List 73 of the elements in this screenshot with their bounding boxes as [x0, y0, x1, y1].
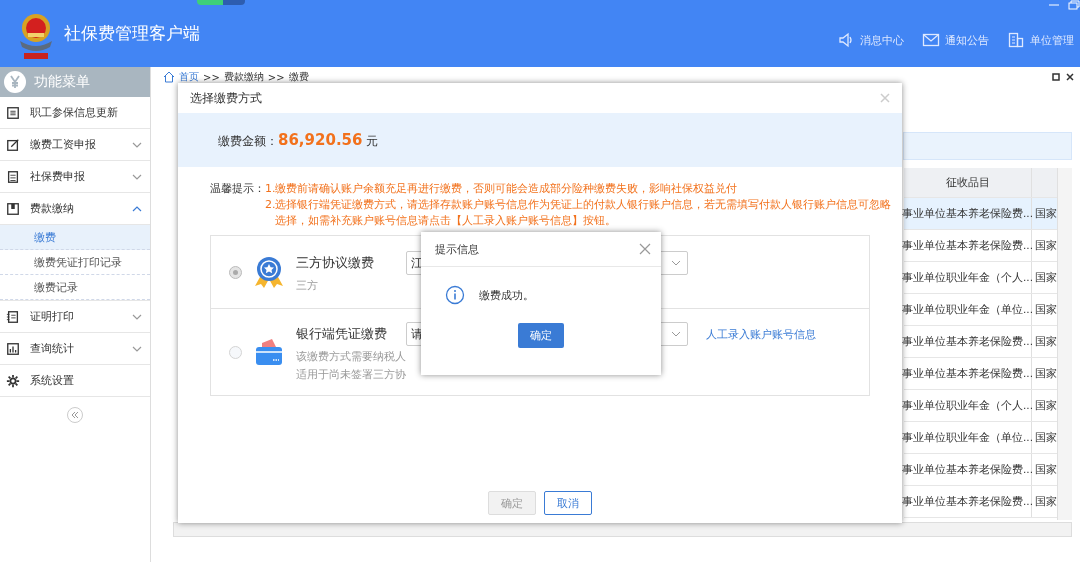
breadcrumb-item: 费款缴纳	[223, 70, 264, 84]
table-cell: 事业单位基本养老保险费...	[904, 486, 1032, 517]
chevron-down-icon	[132, 344, 142, 353]
table-cell: 事业单位职业年金（单位...	[904, 422, 1032, 453]
menu-item-icon	[6, 373, 20, 388]
table-cell: 事业单位基本养老保险费...	[904, 454, 1032, 485]
table-cell: 事业单位基本养老保险费...	[904, 358, 1032, 389]
table-cell-text: 国家	[1034, 365, 1057, 381]
caret-icon	[671, 331, 681, 337]
option-title: 银行端凭证缴费	[296, 325, 388, 343]
mail-icon	[922, 31, 940, 49]
column-header: 征收品目	[904, 168, 1032, 197]
table-cell-text: 国家	[1034, 461, 1057, 477]
table-cell-text: 国家	[1034, 493, 1057, 509]
menu-item-icon	[6, 105, 20, 120]
tip-text: 2.选择银行端凭证缴费方式，请选择存款账户账号信息作为凭证上的付款人银行账户信息，若无需填写付款人银行账户信息可忽略选择，如需补充账户账号信息请点击【人工录入账户账号信息】按钮。	[265, 197, 892, 229]
speaker-icon	[837, 31, 855, 49]
option-description: 该缴费方式需要纳税人	[296, 349, 407, 364]
close-icon[interactable]	[1066, 73, 1074, 81]
radio-button[interactable]	[229, 345, 242, 359]
table-cell: 事业单位基本养老保险费...	[904, 230, 1032, 261]
caret-icon	[671, 260, 681, 266]
tip-text: 1.缴费前请确认账户余额充足再进行缴费，否则可能会造成部分险种缴费失败，影响社保权益兑付	[265, 181, 739, 197]
cancel-button[interactable]: 取消	[544, 491, 592, 515]
home-icon[interactable]	[163, 71, 175, 83]
building-icon	[1007, 31, 1025, 49]
dialog-title: 选择缴费方式	[190, 89, 262, 107]
submenu-item[interactable]: 缴费凭证打印记录	[0, 250, 150, 275]
menu-item-icon	[6, 169, 20, 184]
menu-item-icon	[6, 137, 20, 152]
medal-icon	[252, 255, 286, 289]
alert-message: 缴费成功。	[479, 287, 534, 303]
progress-pill	[197, 0, 245, 5]
yen-icon	[4, 71, 26, 93]
table-cell-text: 国家	[1034, 237, 1057, 253]
chevron-up-icon	[132, 204, 142, 213]
confirm-button[interactable]: 确定	[518, 323, 564, 348]
menu-item-icon	[6, 309, 20, 324]
breadcrumb-separator: >>	[267, 71, 285, 83]
menu-header: 功能菜单	[0, 67, 150, 97]
amount-text: 缴费金额：86,920.56 元	[218, 130, 379, 150]
table-cell-text: 国家	[1034, 429, 1057, 445]
app-title: 社保费管理客户端	[64, 22, 200, 45]
submenu-item[interactable]: 缴费	[0, 225, 150, 250]
table-cell-text: 国家	[1034, 301, 1057, 317]
alert-title: 提示信息	[435, 241, 479, 257]
table-cell-text: 国家	[1034, 269, 1057, 285]
table-cell-text: 国家	[1034, 333, 1057, 349]
restore-icon[interactable]	[1068, 0, 1080, 10]
vertical-scrollbar[interactable]	[1057, 168, 1072, 520]
table-row[interactable]: 事业单位基本养老保险费... 国家	[904, 198, 1057, 230]
menu-item-icon	[6, 201, 20, 216]
double-chevron-icon	[71, 411, 79, 419]
table-cell: 事业单位职业年金（单位...	[904, 294, 1032, 325]
manual-entry-link[interactable]: 人工录入账户账号信息	[706, 326, 816, 342]
table-cell: 事业单位职业年金（个人...	[904, 390, 1032, 421]
breadcrumb-separator: >>	[203, 71, 220, 83]
info-icon	[445, 285, 465, 305]
table-cell: 事业单位基本养老保险费...	[904, 198, 1032, 229]
table-cell: 事业单位职业年金（个人...	[904, 262, 1032, 293]
table-cell-text: 国家	[1034, 205, 1057, 221]
submenu-item[interactable]: 缴费记录	[0, 275, 150, 300]
maximize-icon[interactable]	[1052, 73, 1060, 81]
tip-label: 温馨提示：	[210, 181, 265, 197]
breadcrumb-item: 缴费	[288, 70, 309, 84]
table-cell: 事业单位基本养老保险费...	[904, 326, 1032, 357]
table-cell-text: 国家	[1034, 397, 1057, 413]
chevron-down-icon	[132, 172, 142, 181]
chevron-down-icon	[132, 140, 142, 149]
chevron-down-icon	[132, 312, 142, 321]
option-title: 三方协议缴费	[296, 254, 375, 272]
breadcrumb-item[interactable]: 首页	[179, 70, 199, 84]
menu-item-icon	[6, 341, 20, 356]
